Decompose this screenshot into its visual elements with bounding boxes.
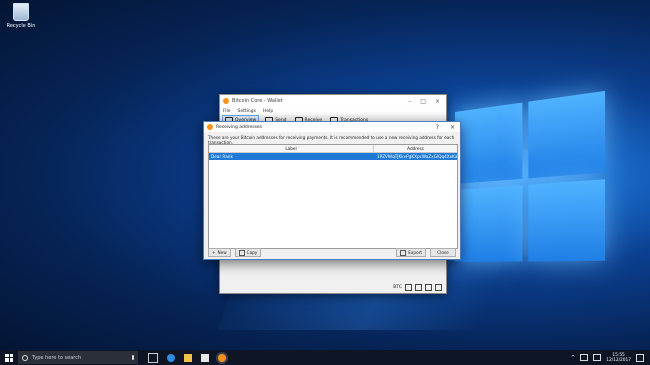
- column-header-label[interactable]: Label: [209, 145, 374, 152]
- notification-icon[interactable]: [636, 353, 644, 362]
- hd-icon: [415, 284, 422, 291]
- desktop-icon-recycle-bin[interactable]: Recycle Bin: [4, 3, 38, 29]
- unit-label[interactable]: BTC: [393, 285, 402, 290]
- copy-button-label: Copy: [246, 250, 258, 255]
- clock[interactable]: 15:55 12/12/2017: [606, 353, 631, 363]
- copy-icon: [238, 249, 245, 256]
- edge-icon[interactable]: [167, 353, 175, 362]
- plus-icon: +: [212, 250, 216, 255]
- export-icon: [400, 249, 407, 256]
- network-tray-icon[interactable]: [580, 354, 589, 361]
- store-icon[interactable]: [201, 353, 209, 362]
- recycle-bin-icon: [13, 3, 29, 21]
- dialog-title-bar[interactable]: Receiving addresses ? ×: [204, 122, 460, 132]
- menu-settings[interactable]: Settings: [238, 109, 256, 114]
- dialog-description: These are your Bitcoin addresses for rec…: [208, 135, 455, 145]
- search-placeholder: Type here to search: [32, 354, 82, 361]
- volume-icon[interactable]: [593, 354, 602, 361]
- close-icon[interactable]: ×: [435, 98, 440, 105]
- dialog-button-bar: + New Copy Export Close: [208, 248, 456, 257]
- clock-date: 12/12/2017: [606, 357, 631, 363]
- export-button-label: Export: [408, 250, 422, 255]
- close-button-label: Close: [437, 250, 449, 255]
- wallet-title-bar[interactable]: Bitcoin Core - Wallet – □ ×: [220, 95, 446, 107]
- start-button[interactable]: [0, 350, 18, 365]
- wallet-title: Bitcoin Core - Wallet: [232, 98, 283, 104]
- column-header-address[interactable]: Address: [374, 145, 457, 152]
- sync-check-icon: [435, 284, 442, 291]
- file-explorer-icon[interactable]: [184, 353, 192, 362]
- receiving-addresses-dialog: Receiving addresses ? × These are your B…: [203, 121, 461, 260]
- export-button[interactable]: Export: [396, 248, 426, 257]
- windows-start-icon: [5, 353, 13, 362]
- table-header: Label Address: [209, 145, 457, 153]
- taskbar-search-box[interactable]: Type here to search: [18, 351, 138, 364]
- network-icon: [425, 284, 432, 291]
- bitcoin-icon: [223, 98, 229, 104]
- new-button[interactable]: + New: [208, 248, 231, 257]
- row-label: Dear Rank: [211, 154, 233, 159]
- dialog-title: Receiving addresses: [216, 124, 263, 130]
- recycle-bin-label: Recycle Bin: [6, 23, 36, 29]
- address-table: Label Address Dear Rank 1PZVWqTJKkvPgKXp…: [208, 144, 458, 249]
- taskbar: Type here to search ^ 15:55 12/12/2017: [0, 350, 650, 365]
- search-icon: [22, 354, 28, 361]
- help-icon[interactable]: ?: [436, 124, 439, 131]
- wallet-status-bar: BTC: [393, 284, 442, 291]
- table-row[interactable]: Dear Rank 1PZVWqTJKkvPgKXpcWaZxGIQq4XxKa…: [209, 153, 457, 160]
- bitcoin-icon: [207, 124, 213, 130]
- minimize-icon[interactable]: –: [408, 98, 411, 105]
- bitcoin-core-taskbar-icon[interactable]: [218, 353, 226, 362]
- microphone-icon[interactable]: [132, 355, 134, 360]
- maximize-icon[interactable]: □: [420, 98, 426, 105]
- menu-help[interactable]: Help: [263, 109, 273, 114]
- chevron-up-icon[interactable]: ^: [571, 355, 575, 361]
- copy-button[interactable]: Copy: [234, 248, 262, 257]
- close-icon[interactable]: ×: [450, 124, 455, 131]
- menu-file[interactable]: File: [223, 109, 231, 114]
- new-button-label: New: [217, 250, 227, 255]
- system-tray: ^ 15:55 12/12/2017: [571, 353, 650, 363]
- lock-icon: [405, 284, 412, 291]
- task-view-icon[interactable]: [148, 352, 158, 363]
- windows-logo-wallpaper: [455, 89, 616, 272]
- close-button[interactable]: Close: [430, 248, 456, 257]
- row-address: 1PZVWqTJKkvPgKXpcWaZxGIQq4XxKaeSi: [377, 154, 457, 159]
